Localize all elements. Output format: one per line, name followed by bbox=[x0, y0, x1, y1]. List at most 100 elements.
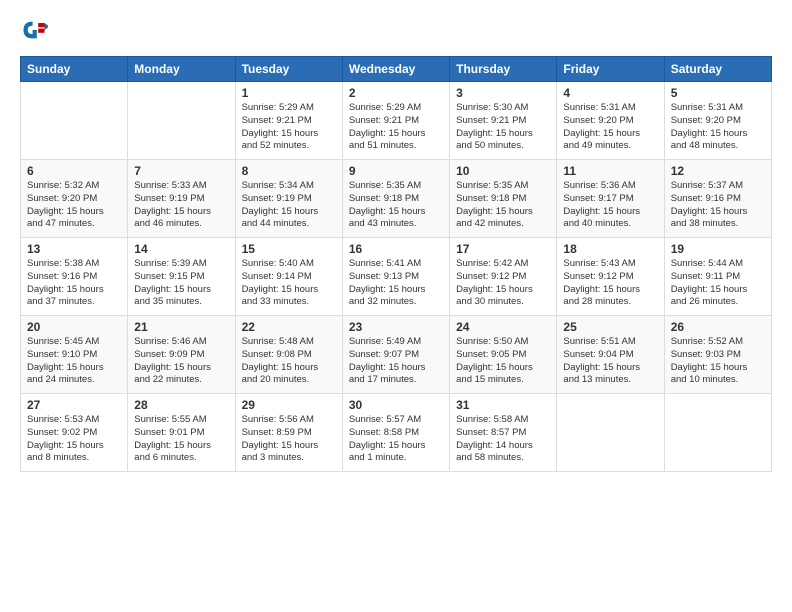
calendar-week-row-4: 27Sunrise: 5:53 AM Sunset: 9:02 PM Dayli… bbox=[21, 394, 772, 472]
calendar-cell: 27Sunrise: 5:53 AM Sunset: 9:02 PM Dayli… bbox=[21, 394, 128, 472]
calendar-cell: 26 Sunrise: 5:52 AM Sunset: 9:03 PM Dayli… bbox=[664, 316, 771, 394]
calendar-cell: 15 Sunrise: 5:40 AM Sunset: 9:14 PM Dayli… bbox=[235, 238, 342, 316]
day-info: Sunrise: 5:38 AM Sunset: 9:16 PM Dayligh… bbox=[27, 258, 121, 309]
day-number: 18 bbox=[563, 242, 657, 256]
day-info: Sunrise: 5:40 AM Sunset: 9:14 PM Dayligh… bbox=[242, 258, 336, 309]
calendar-cell: 7Sunrise: 5:33 AM Sunset: 9:19 PM Daylig… bbox=[128, 160, 235, 238]
day-info: Sunrise: 5:35 AM Sunset: 9:18 PM Dayligh… bbox=[456, 180, 550, 231]
day-info: Sunrise: 5:42 AM Sunset: 9:12 PM Dayligh… bbox=[456, 258, 550, 309]
calendar-cell: 19Sunrise: 5:44 AM Sunset: 9:11 PM Dayli… bbox=[664, 238, 771, 316]
logo bbox=[20, 16, 52, 44]
day-number: 5 bbox=[671, 86, 765, 100]
calendar-week-row-3: 20 Sunrise: 5:45 AM Sunset: 9:10 PM Dayli… bbox=[21, 316, 772, 394]
day-info: Sunrise: 5:46 AM Sunset: 9:09 PM Dayligh… bbox=[134, 336, 228, 387]
calendar-cell: 3 Sunrise: 5:30 AM Sunset: 9:21 PM Daylig… bbox=[450, 82, 557, 160]
calendar-week-row-0: 1 Sunrise: 5:29 AM Sunset: 9:21 PM Daylig… bbox=[21, 82, 772, 160]
day-info: Sunrise: 5:55 AM Sunset: 9:01 PM Dayligh… bbox=[134, 414, 228, 465]
day-info: Sunrise: 5:43 AM Sunset: 9:12 PM Dayligh… bbox=[563, 258, 657, 309]
day-number: 17 bbox=[456, 242, 550, 256]
day-number: 20 bbox=[27, 320, 121, 334]
header bbox=[20, 16, 772, 44]
col-thursday: Thursday bbox=[450, 57, 557, 82]
calendar-cell: 16 Sunrise: 5:41 AM Sunset: 9:13 PM Dayli… bbox=[342, 238, 449, 316]
day-number: 19 bbox=[671, 242, 765, 256]
day-info: Sunrise: 5:34 AM Sunset: 9:19 PM Dayligh… bbox=[242, 180, 336, 231]
calendar-week-row-1: 6Sunrise: 5:32 AM Sunset: 9:20 PM Daylig… bbox=[21, 160, 772, 238]
calendar-cell: 8 Sunrise: 5:34 AM Sunset: 9:19 PM Daylig… bbox=[235, 160, 342, 238]
day-number: 26 bbox=[671, 320, 765, 334]
calendar-cell: 17 Sunrise: 5:42 AM Sunset: 9:12 PM Dayli… bbox=[450, 238, 557, 316]
calendar-cell: 21 Sunrise: 5:46 AM Sunset: 9:09 PM Dayli… bbox=[128, 316, 235, 394]
day-number: 10 bbox=[456, 164, 550, 178]
day-number: 30 bbox=[349, 398, 443, 412]
calendar-cell: 25 Sunrise: 5:51 AM Sunset: 9:04 PM Dayli… bbox=[557, 316, 664, 394]
day-number: 31 bbox=[456, 398, 550, 412]
day-info: Sunrise: 5:49 AM Sunset: 9:07 PM Dayligh… bbox=[349, 336, 443, 387]
calendar-cell: 28Sunrise: 5:55 AM Sunset: 9:01 PM Dayli… bbox=[128, 394, 235, 472]
calendar-cell: 1 Sunrise: 5:29 AM Sunset: 9:21 PM Daylig… bbox=[235, 82, 342, 160]
col-monday: Monday bbox=[128, 57, 235, 82]
calendar-cell bbox=[557, 394, 664, 472]
day-info: Sunrise: 5:31 AM Sunset: 9:20 PM Dayligh… bbox=[671, 102, 765, 153]
day-info: Sunrise: 5:29 AM Sunset: 9:21 PM Dayligh… bbox=[242, 102, 336, 153]
calendar-cell: 2 Sunrise: 5:29 AM Sunset: 9:21 PM Daylig… bbox=[342, 82, 449, 160]
day-info: Sunrise: 5:58 AM Sunset: 8:57 PM Dayligh… bbox=[456, 414, 550, 465]
day-number: 2 bbox=[349, 86, 443, 100]
col-friday: Friday bbox=[557, 57, 664, 82]
calendar-cell: 11 Sunrise: 5:36 AM Sunset: 9:17 PM Dayli… bbox=[557, 160, 664, 238]
col-saturday: Saturday bbox=[664, 57, 771, 82]
day-info: Sunrise: 5:48 AM Sunset: 9:08 PM Dayligh… bbox=[242, 336, 336, 387]
calendar-cell: 23 Sunrise: 5:49 AM Sunset: 9:07 PM Dayli… bbox=[342, 316, 449, 394]
day-info: Sunrise: 5:45 AM Sunset: 9:10 PM Dayligh… bbox=[27, 336, 121, 387]
day-info: Sunrise: 5:56 AM Sunset: 8:59 PM Dayligh… bbox=[242, 414, 336, 465]
day-number: 22 bbox=[242, 320, 336, 334]
day-number: 6 bbox=[27, 164, 121, 178]
day-info: Sunrise: 5:51 AM Sunset: 9:04 PM Dayligh… bbox=[563, 336, 657, 387]
day-number: 16 bbox=[349, 242, 443, 256]
calendar-table: Sunday Monday Tuesday Wednesday Thursday… bbox=[20, 56, 772, 472]
calendar-cell: 6Sunrise: 5:32 AM Sunset: 9:20 PM Daylig… bbox=[21, 160, 128, 238]
day-number: 25 bbox=[563, 320, 657, 334]
calendar-cell bbox=[21, 82, 128, 160]
calendar-cell: 31 Sunrise: 5:58 AM Sunset: 8:57 PM Dayli… bbox=[450, 394, 557, 472]
logo-icon bbox=[20, 16, 48, 44]
day-info: Sunrise: 5:41 AM Sunset: 9:13 PM Dayligh… bbox=[349, 258, 443, 309]
day-info: Sunrise: 5:30 AM Sunset: 9:21 PM Dayligh… bbox=[456, 102, 550, 153]
calendar-cell: 24Sunrise: 5:50 AM Sunset: 9:05 PM Dayli… bbox=[450, 316, 557, 394]
day-info: Sunrise: 5:39 AM Sunset: 9:15 PM Dayligh… bbox=[134, 258, 228, 309]
day-info: Sunrise: 5:36 AM Sunset: 9:17 PM Dayligh… bbox=[563, 180, 657, 231]
calendar-cell: 13Sunrise: 5:38 AM Sunset: 9:16 PM Dayli… bbox=[21, 238, 128, 316]
calendar-header-row: Sunday Monday Tuesday Wednesday Thursday… bbox=[21, 57, 772, 82]
day-number: 4 bbox=[563, 86, 657, 100]
calendar-cell bbox=[664, 394, 771, 472]
calendar-cell: 4Sunrise: 5:31 AM Sunset: 9:20 PM Daylig… bbox=[557, 82, 664, 160]
day-number: 3 bbox=[456, 86, 550, 100]
calendar-week-row-2: 13Sunrise: 5:38 AM Sunset: 9:16 PM Dayli… bbox=[21, 238, 772, 316]
col-sunday: Sunday bbox=[21, 57, 128, 82]
day-info: Sunrise: 5:52 AM Sunset: 9:03 PM Dayligh… bbox=[671, 336, 765, 387]
day-info: Sunrise: 5:57 AM Sunset: 8:58 PM Dayligh… bbox=[349, 414, 443, 465]
day-number: 1 bbox=[242, 86, 336, 100]
day-number: 11 bbox=[563, 164, 657, 178]
day-info: Sunrise: 5:37 AM Sunset: 9:16 PM Dayligh… bbox=[671, 180, 765, 231]
calendar-cell: 10 Sunrise: 5:35 AM Sunset: 9:18 PM Dayli… bbox=[450, 160, 557, 238]
col-tuesday: Tuesday bbox=[235, 57, 342, 82]
calendar-cell: 18 Sunrise: 5:43 AM Sunset: 9:12 PM Dayli… bbox=[557, 238, 664, 316]
day-number: 15 bbox=[242, 242, 336, 256]
day-info: Sunrise: 5:33 AM Sunset: 9:19 PM Dayligh… bbox=[134, 180, 228, 231]
day-number: 24 bbox=[456, 320, 550, 334]
calendar-cell: 14 Sunrise: 5:39 AM Sunset: 9:15 PM Dayli… bbox=[128, 238, 235, 316]
day-number: 9 bbox=[349, 164, 443, 178]
day-number: 23 bbox=[349, 320, 443, 334]
day-info: Sunrise: 5:35 AM Sunset: 9:18 PM Dayligh… bbox=[349, 180, 443, 231]
day-number: 8 bbox=[242, 164, 336, 178]
calendar-cell: 29 Sunrise: 5:56 AM Sunset: 8:59 PM Dayli… bbox=[235, 394, 342, 472]
day-number: 29 bbox=[242, 398, 336, 412]
day-number: 12 bbox=[671, 164, 765, 178]
day-number: 21 bbox=[134, 320, 228, 334]
calendar-cell bbox=[128, 82, 235, 160]
day-number: 14 bbox=[134, 242, 228, 256]
calendar-cell: 30 Sunrise: 5:57 AM Sunset: 8:58 PM Dayli… bbox=[342, 394, 449, 472]
calendar-cell: 9 Sunrise: 5:35 AM Sunset: 9:18 PM Daylig… bbox=[342, 160, 449, 238]
day-info: Sunrise: 5:29 AM Sunset: 9:21 PM Dayligh… bbox=[349, 102, 443, 153]
